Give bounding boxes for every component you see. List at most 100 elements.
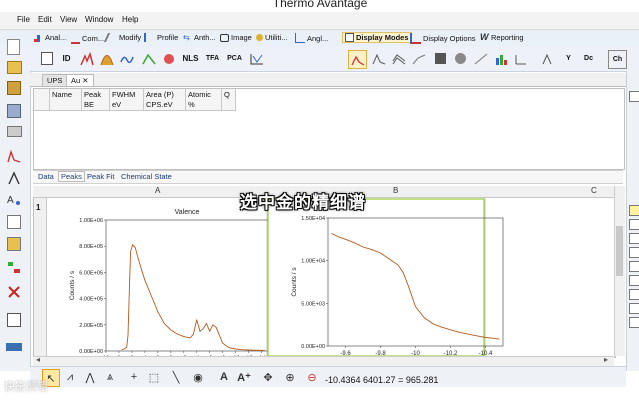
horizontal-scrollbar[interactable]: ◂ ▸: [33, 355, 614, 366]
right-tool-3-icon[interactable]: [629, 219, 639, 230]
tfa-button[interactable]: TFA: [204, 50, 221, 67]
column-a-header[interactable]: A: [155, 186, 160, 195]
column-header-q[interactable]: Q: [222, 89, 236, 111]
right-tool-10-icon[interactable]: [629, 317, 639, 328]
vertical-scroll-thumb[interactable]: [616, 226, 623, 276]
column-header-fwhm[interactable]: FWHM eV: [110, 89, 144, 111]
tab-anth[interactable]: ⇆ Anth...: [183, 33, 216, 42]
tree-icon[interactable]: [7, 261, 23, 277]
line-view-icon[interactable]: [472, 50, 489, 67]
subtab-peaks[interactable]: Peaks: [58, 171, 85, 182]
region-icon[interactable]: ⋀: [82, 369, 98, 385]
menu-view[interactable]: View: [60, 15, 77, 24]
right-tool-1-icon[interactable]: [629, 91, 639, 102]
right-tool-6-icon[interactable]: [629, 261, 639, 272]
tab-modify[interactable]: Modify: [103, 33, 141, 42]
peak-marker-icon[interactable]: ⩘: [62, 369, 78, 385]
open-folder-icon[interactable]: [7, 61, 22, 74]
tab-au[interactable]: Au ✕: [66, 74, 94, 86]
video-caption: 选中金的精细谱: [240, 193, 366, 212]
disc-icon[interactable]: [452, 50, 469, 67]
fit-region-icon[interactable]: ⩓: [102, 369, 118, 385]
scroll-left-icon[interactable]: ◂: [36, 355, 40, 364]
tab-profile[interactable]: Profile: [144, 33, 178, 42]
subtab-chemical-state[interactable]: Chemical State: [119, 172, 174, 181]
column-header-name[interactable]: Name: [50, 89, 82, 111]
import-icon[interactable]: [7, 81, 21, 95]
expand-panel-icon[interactable]: [6, 343, 22, 351]
column-header-area[interactable]: Area (P) CPS.eV: [144, 89, 186, 111]
peak-id-icon[interactable]: [7, 171, 23, 187]
zoom-in-icon[interactable]: ⊕: [282, 369, 298, 385]
save-icon[interactable]: [7, 104, 21, 118]
print-icon[interactable]: [7, 126, 22, 137]
smooth-icon[interactable]: [118, 50, 135, 67]
tab-compare[interactable]: Com...: [71, 33, 104, 44]
tab-analysis[interactable]: Anal...: [34, 33, 66, 42]
map-icon[interactable]: [410, 50, 427, 67]
depth-profile-icon[interactable]: [248, 50, 265, 67]
document-tabs: UPS Au ✕: [30, 73, 626, 87]
right-tool-8-icon[interactable]: [629, 289, 639, 300]
text-size-icon[interactable]: A⁺: [236, 369, 252, 385]
column-header-peak-be[interactable]: Peak BE: [82, 89, 110, 111]
menu-help[interactable]: Help: [122, 15, 138, 24]
peak-icon[interactable]: [98, 50, 115, 67]
view-eye-icon[interactable]: ◉: [190, 369, 206, 385]
line-tool-icon[interactable]: ╲: [168, 369, 184, 385]
column-c-header[interactable]: C: [591, 186, 597, 195]
x-axis-icon[interactable]: [540, 50, 557, 67]
tab-ups[interactable]: UPS: [42, 74, 68, 86]
tab-utilities[interactable]: Utiliti...: [256, 33, 288, 42]
help-icon[interactable]: [7, 313, 21, 327]
pan-icon[interactable]: ✥: [260, 369, 276, 385]
zoom-out-icon[interactable]: ⊖: [304, 369, 320, 385]
chemical-state-icon[interactable]: [160, 50, 177, 67]
y-axis-icon[interactable]: Y: [560, 50, 577, 67]
overlay-spectra-icon[interactable]: [370, 50, 387, 67]
tab-display-options[interactable]: Display Options: [410, 33, 476, 44]
right-tool-9-icon[interactable]: [629, 303, 639, 314]
close-tab-icon[interactable]: ✕: [82, 76, 88, 85]
column-b-header[interactable]: B: [393, 186, 398, 195]
tab-reporting[interactable]: W Reporting: [480, 33, 524, 43]
column-header-atomic[interactable]: Atomic%: [186, 89, 222, 111]
3d-view-icon[interactable]: [512, 50, 529, 67]
spectrum-icon[interactable]: [7, 149, 23, 165]
grid-icon[interactable]: [7, 237, 21, 251]
background-icon[interactable]: [140, 50, 157, 67]
scale-icon[interactable]: Dc: [580, 50, 597, 67]
peak-id-table-icon[interactable]: [38, 50, 55, 67]
stack-spectra-icon[interactable]: [390, 50, 407, 67]
aa-icon[interactable]: A: [7, 192, 23, 208]
bar-view-icon[interactable]: [492, 50, 509, 67]
box-select-icon[interactable]: ⬚: [146, 369, 162, 385]
display-spectrum-icon[interactable]: [348, 50, 367, 69]
chinese-toggle-icon[interactable]: Ch: [608, 50, 627, 69]
menu-file[interactable]: File: [17, 15, 30, 24]
vertical-scrollbar[interactable]: [614, 186, 625, 356]
new-document-icon[interactable]: [7, 39, 20, 55]
table-icon[interactable]: [7, 215, 21, 229]
right-tool-2-icon[interactable]: [629, 205, 639, 216]
peak-fit-icon[interactable]: [78, 50, 95, 67]
pca-button[interactable]: PCA: [226, 50, 243, 67]
tab-image[interactable]: Image: [220, 33, 252, 42]
subtab-peak-fit[interactable]: Peak Fit: [85, 172, 117, 181]
menu-edit[interactable]: Edit: [38, 15, 52, 24]
tab-display-modes[interactable]: Display Modes: [342, 32, 412, 43]
right-tool-5-icon[interactable]: [629, 247, 639, 258]
right-tool-7-icon[interactable]: [629, 275, 639, 286]
image-view-icon[interactable]: [432, 50, 449, 67]
id-button[interactable]: ID: [58, 50, 75, 67]
nls-button[interactable]: NLS: [182, 50, 199, 67]
text-tool-icon[interactable]: A: [216, 369, 232, 385]
tab-angle[interactable]: Angl...: [295, 33, 328, 43]
delete-icon[interactable]: [7, 285, 23, 301]
right-tool-4-icon[interactable]: [629, 233, 639, 244]
subtab-data[interactable]: Data: [36, 172, 56, 181]
menu-window[interactable]: Window: [85, 15, 113, 24]
tools-toolbar: ID NLS TFA PCA Y Dc Ch: [0, 47, 639, 72]
crosshair-icon[interactable]: +: [126, 369, 142, 385]
scroll-right-icon[interactable]: ▸: [604, 355, 608, 364]
